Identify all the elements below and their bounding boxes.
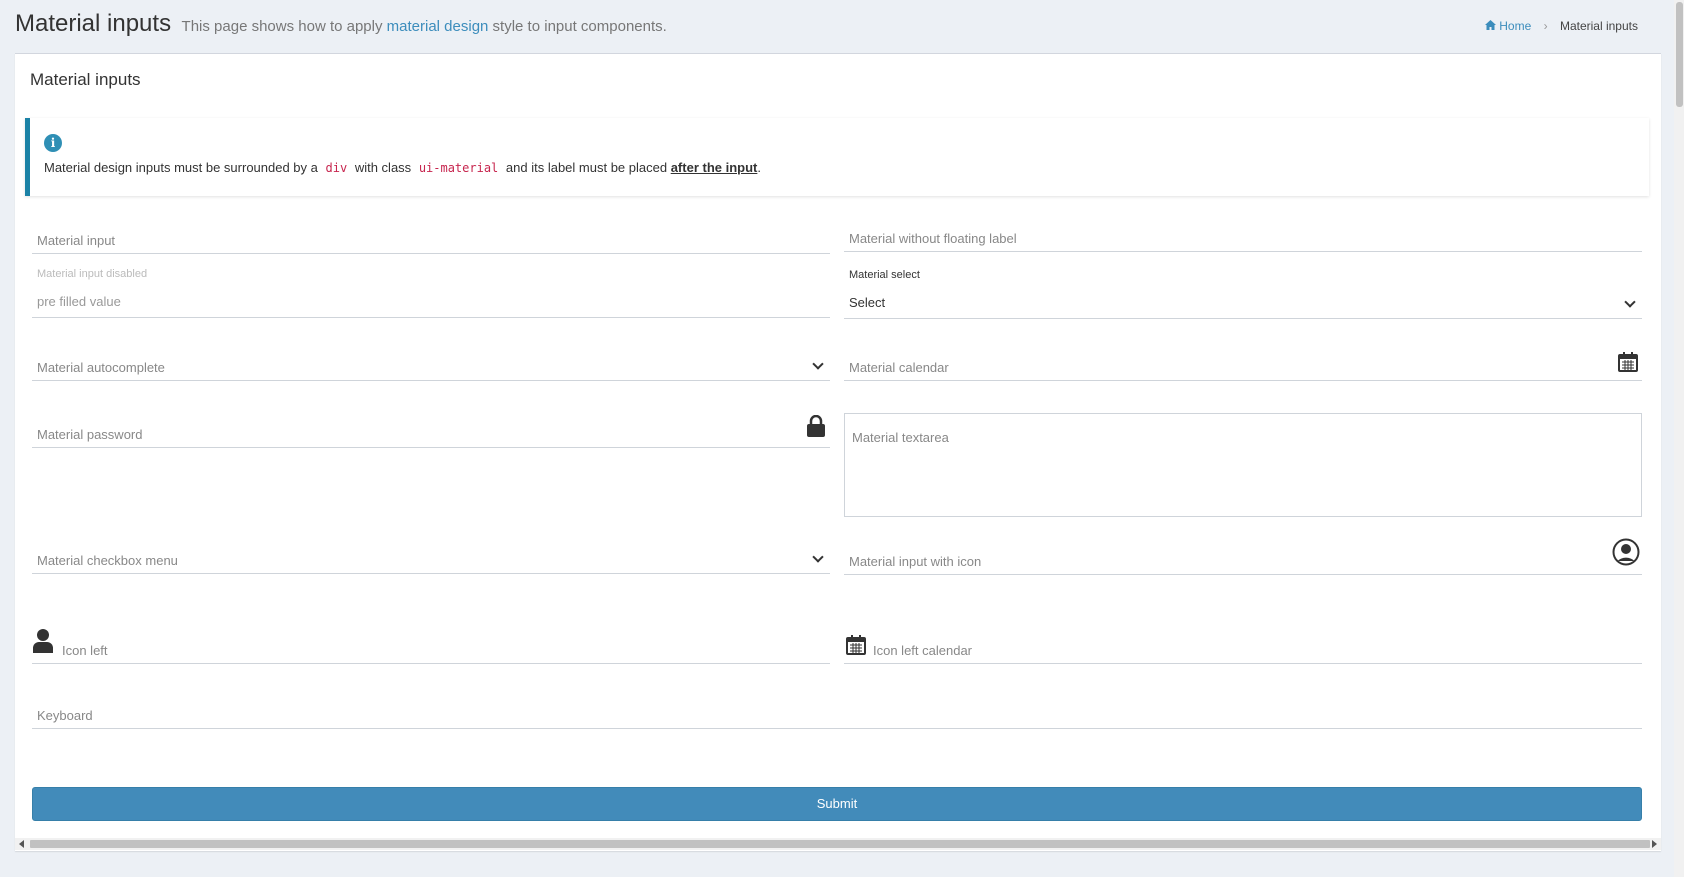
callout-code-div: div xyxy=(325,161,348,175)
icon-left-label: Icon left xyxy=(62,643,108,658)
breadcrumb-home[interactable]: Home xyxy=(1484,19,1535,33)
content-header: Material inputs This page shows how to a… xyxy=(15,10,1664,40)
material-checkbox-menu-label: Material checkbox menu xyxy=(37,553,178,568)
vertical-scrollbar[interactable] xyxy=(1674,0,1684,877)
breadcrumb-separator: › xyxy=(1543,19,1548,33)
page-title: Material inputs xyxy=(15,10,172,37)
material-input-with-icon-label: Material input with icon xyxy=(849,554,982,569)
main-box: Material inputs i Material design inputs… xyxy=(15,53,1661,851)
breadcrumb-home-label[interactable]: Home xyxy=(1499,19,1531,33)
icon-left-input[interactable]: Icon left xyxy=(32,629,830,664)
keyboard-label: Keyboard xyxy=(37,708,93,723)
breadcrumb-current: Material inputs xyxy=(1559,19,1638,33)
material-design-link[interactable]: material design xyxy=(387,18,489,35)
chevron-down-icon xyxy=(1624,296,1636,308)
home-icon xyxy=(1484,20,1496,30)
material-calendar[interactable]: Material calendar xyxy=(844,351,1642,381)
callout-text: Material design inputs must be surrounde… xyxy=(44,160,761,175)
calendar-icon[interactable] xyxy=(1618,352,1638,377)
material-input-disabled-label: Material input disabled xyxy=(37,268,148,280)
icon-left-calendar-label: Icon left calendar xyxy=(873,643,973,658)
chevron-down-icon[interactable] xyxy=(812,551,824,563)
submit-button[interactable]: Submit xyxy=(32,787,1642,821)
user-icon xyxy=(33,629,53,658)
page-subtitle: This page shows how to apply material de… xyxy=(182,18,667,35)
info-circle-icon: i xyxy=(44,134,62,152)
callout-text-4: . xyxy=(757,160,761,175)
material-textarea-label: Material textarea xyxy=(852,430,949,445)
lock-icon[interactable] xyxy=(806,414,826,442)
callout-text-2: with class xyxy=(354,160,412,175)
scroll-right-icon[interactable] xyxy=(1652,840,1657,848)
material-textarea[interactable]: Material textarea xyxy=(844,413,1642,517)
material-password[interactable]: Material password xyxy=(32,414,830,448)
info-callout: i Material design inputs must be surroun… xyxy=(25,118,1649,196)
vertical-scroll-thumb[interactable] xyxy=(1676,2,1683,107)
material-calendar-label: Material calendar xyxy=(849,360,949,375)
material-select-label: Material select xyxy=(849,269,920,281)
material-input-disabled: Material input disabled pre filled value xyxy=(32,268,830,318)
material-input-with-icon[interactable]: Material input with icon xyxy=(844,538,1642,575)
callout-code-class: ui-material xyxy=(418,161,499,175)
callout-text-3: and its label must be placed xyxy=(505,160,668,175)
scroll-left-icon[interactable] xyxy=(19,840,24,848)
material-input-label: Material input xyxy=(37,233,116,248)
material-input[interactable]: Material input xyxy=(32,224,830,254)
horizontal-scrollbar[interactable] xyxy=(15,838,1661,850)
calendar-icon xyxy=(846,635,866,660)
breadcrumb: Home › Material inputs xyxy=(1484,19,1638,33)
keyboard-input[interactable]: Keyboard xyxy=(32,699,1642,729)
material-without-floating-input[interactable]: Material without floating label xyxy=(844,222,1642,252)
material-password-label: Material password xyxy=(37,427,143,442)
horizontal-scroll-thumb[interactable] xyxy=(30,840,1650,848)
material-checkbox-menu[interactable]: Material checkbox menu xyxy=(32,544,830,574)
material-without-floating-label: Material without floating label xyxy=(849,231,1017,246)
material-autocomplete-label: Material autocomplete xyxy=(37,360,165,375)
chevron-down-icon[interactable] xyxy=(812,358,824,370)
subtitle-text: This page shows how to apply xyxy=(181,18,383,35)
callout-text-1: Material design inputs must be surrounde… xyxy=(44,160,318,175)
box-title: Material inputs xyxy=(30,70,141,89)
user-circle-icon xyxy=(1612,538,1640,571)
subtitle-text-end: style to input components. xyxy=(492,18,667,35)
icon-left-calendar-input[interactable]: Icon left calendar xyxy=(844,634,1642,664)
material-select[interactable]: Material select Select xyxy=(844,269,1642,319)
callout-bold: after the input xyxy=(670,160,758,175)
material-select-value: Select xyxy=(849,295,886,310)
material-input-disabled-value: pre filled value xyxy=(37,294,121,309)
material-autocomplete[interactable]: Material autocomplete xyxy=(32,351,830,381)
